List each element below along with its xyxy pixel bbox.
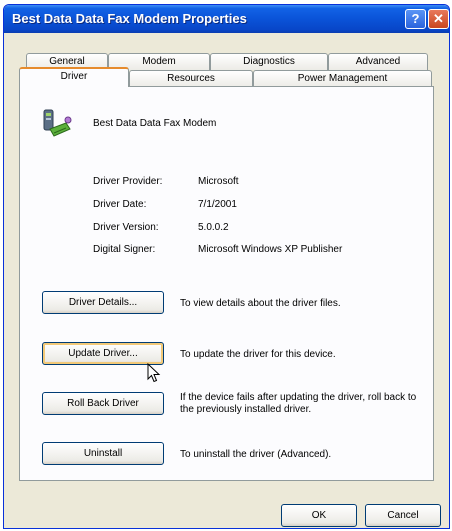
driver-date-value: 7/1/2001 [198, 199, 237, 210]
driver-version-label: Driver Version: [93, 222, 159, 233]
mouse-pointer-icon [147, 362, 161, 386]
roll-back-driver-description: If the device fails after updating the d… [180, 392, 417, 415]
help-button[interactable]: ? [405, 9, 426, 29]
driver-date-label: Driver Date: [93, 199, 147, 210]
tab-resources[interactable]: Resources [129, 70, 253, 87]
driver-tab-panel: Best Data Data Fax Modem Driver Provider… [19, 86, 434, 481]
update-driver-button[interactable]: Update Driver... [42, 342, 164, 365]
uninstall-button[interactable]: Uninstall [42, 442, 164, 465]
uninstall-description: To uninstall the driver (Advanced). [180, 449, 332, 460]
help-icon: ? [411, 11, 420, 26]
driver-details-description: To view details about the driver files. [180, 298, 341, 309]
cancel-button[interactable]: Cancel [365, 504, 441, 527]
driver-provider-label: Driver Provider: [93, 176, 163, 187]
driver-provider-value: Microsoft [198, 176, 239, 187]
driver-version-value: 5.0.0.2 [198, 222, 229, 233]
modem-device-icon [40, 107, 72, 139]
roll-back-driver-button[interactable]: Roll Back Driver [42, 392, 164, 415]
tab-advanced[interactable]: Advanced [328, 53, 428, 70]
close-icon: ✕ [433, 11, 444, 26]
tab-driver[interactable]: Driver [19, 67, 129, 87]
digital-signer-label: Digital Signer: [93, 244, 156, 255]
title-bar[interactable]: Best Data Data Fax Modem Properties ? ✕ [4, 5, 449, 33]
device-name: Best Data Data Fax Modem [93, 118, 217, 129]
driver-details-button[interactable]: Driver Details... [42, 291, 164, 314]
window-title: Best Data Data Fax Modem Properties [12, 11, 247, 26]
tab-power-management[interactable]: Power Management [253, 70, 432, 87]
close-button[interactable]: ✕ [428, 9, 449, 29]
digital-signer-value: Microsoft Windows XP Publisher [198, 244, 343, 255]
properties-dialog: Best Data Data Fax Modem Properties ? ✕ … [3, 4, 450, 529]
ok-button[interactable]: OK [281, 504, 357, 527]
update-driver-description: To update the driver for this device. [180, 349, 336, 360]
tab-diagnostics[interactable]: Diagnostics [210, 53, 328, 70]
